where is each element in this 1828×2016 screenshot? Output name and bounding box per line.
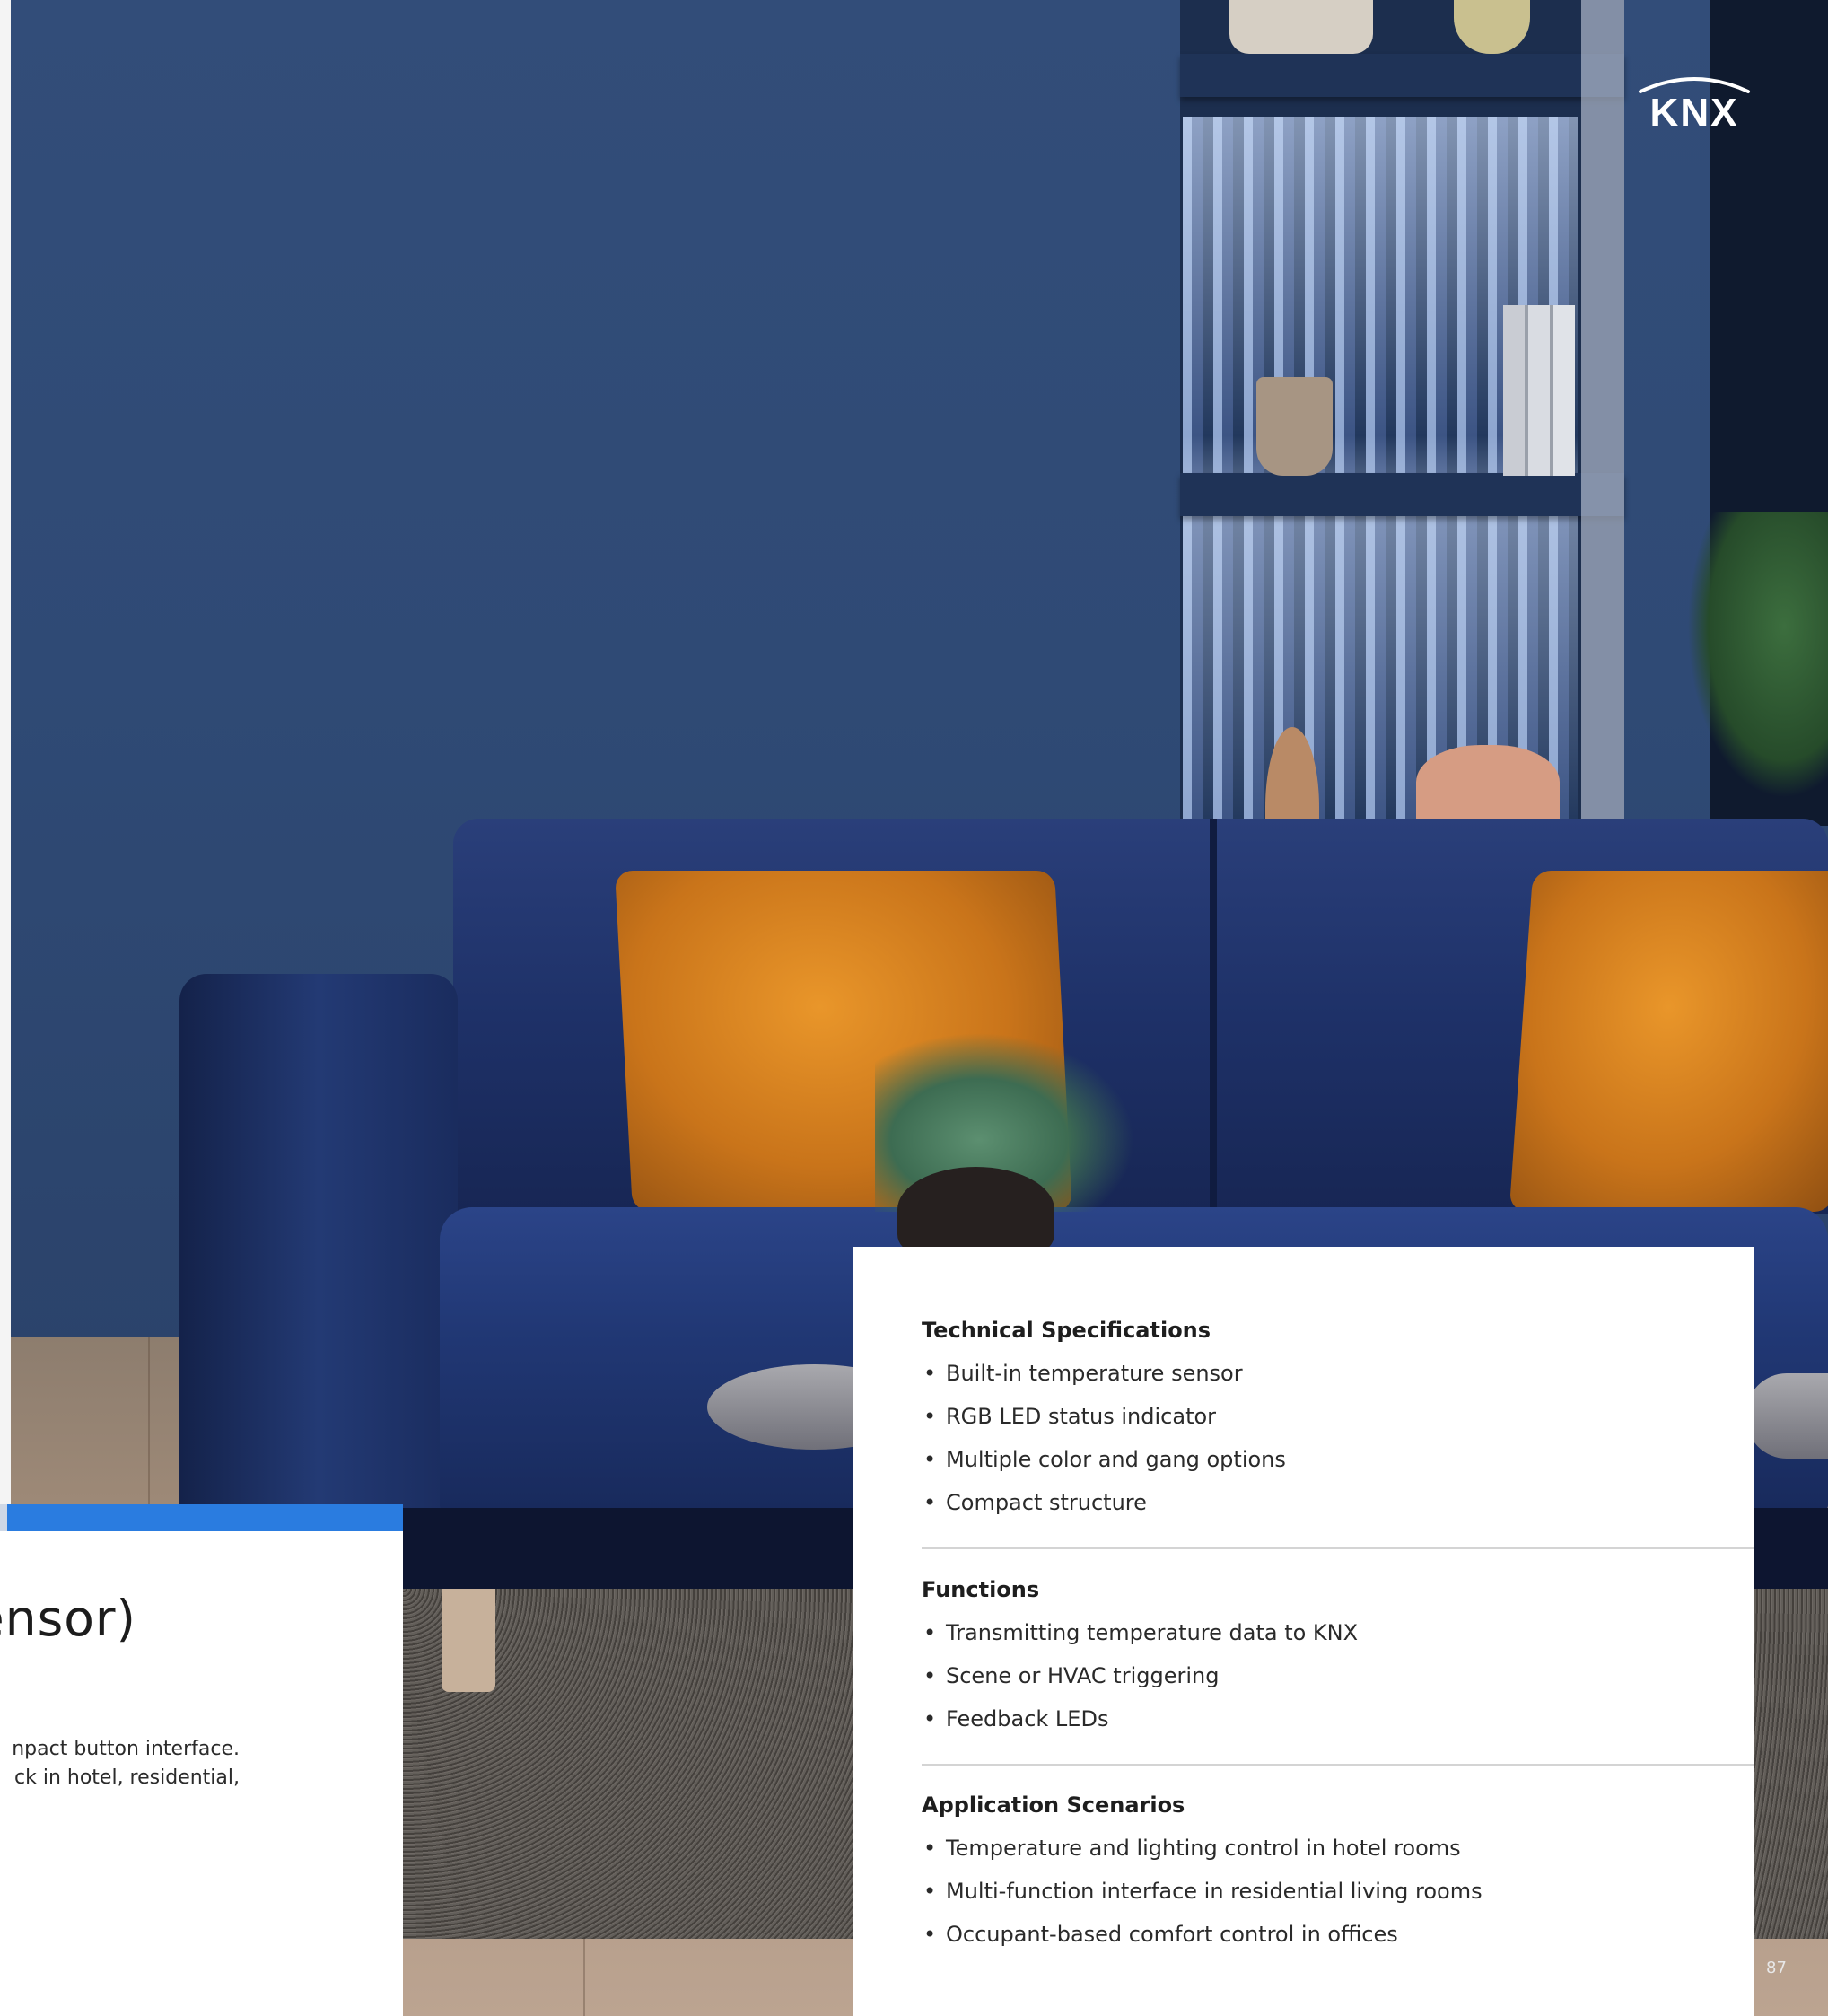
brochure-page: KNX ensor) npact button interface. ck in… (0, 0, 1828, 2016)
accent-bar (7, 1504, 403, 1531)
section-technical-specifications: Technical Specifications Built-in temper… (922, 1315, 1754, 1529)
shelf-middle (1180, 473, 1624, 516)
list-item: Multiple color and gang options (922, 1442, 1754, 1486)
decor-vase-round (1416, 745, 1560, 828)
section-divider (922, 1547, 1754, 1549)
table-vase (897, 1167, 1054, 1252)
list-item: Multi-function interface in residential … (922, 1874, 1754, 1917)
shelf-top (1180, 54, 1624, 97)
decor-object (1229, 0, 1373, 54)
accent-bar-notch (0, 1504, 7, 1531)
books (1503, 305, 1575, 476)
section-application-scenarios: Application Scenarios Temperature and li… (922, 1790, 1754, 1960)
page-number: 87 (1766, 1959, 1787, 1977)
side-table-right (1745, 1373, 1828, 1459)
sofa-arm (179, 974, 458, 1512)
pillow-right (1509, 871, 1828, 1212)
bullet-list: Temperature and lighting control in hote… (922, 1831, 1754, 1960)
intro-card: ensor) npact button interface. ck in hot… (0, 1504, 403, 2016)
list-item: Scene or HVAC triggering (922, 1659, 1754, 1702)
section-divider (922, 1764, 1754, 1766)
niche-edge-light (1581, 0, 1624, 826)
list-item: Built-in temperature sensor (922, 1356, 1754, 1399)
knx-logo: KNX (1635, 72, 1754, 135)
intro-body-line: ck in hotel, residential, (14, 1766, 240, 1789)
intro-body-line: npact button interface. (12, 1738, 240, 1760)
list-item: Occupant-based comfort control in office… (922, 1917, 1754, 1960)
section-heading: Technical Specifications (922, 1318, 1211, 1343)
list-item: Feedback LEDs (922, 1702, 1754, 1745)
list-item: RGB LED status indicator (922, 1399, 1754, 1442)
list-item: Transmitting temperature data to KNX (922, 1616, 1754, 1659)
bullet-list: Built-in temperature sensor RGB LED stat… (922, 1356, 1754, 1529)
section-functions: Functions Transmitting temperature data … (922, 1574, 1754, 1745)
intro-title-clip: ensor) (0, 1590, 403, 1670)
list-item: Compact structure (922, 1486, 1754, 1529)
intro-title: ensor) (0, 1590, 136, 1647)
logo-text: KNX (1650, 91, 1739, 133)
list-item: Temperature and lighting control in hote… (922, 1831, 1754, 1874)
intro-body-clip: npact button interface. ck in hotel, res… (0, 1738, 403, 1810)
bullet-list: Transmitting temperature data to KNX Sce… (922, 1616, 1754, 1745)
plant-pot (1256, 377, 1333, 476)
knx-logo-mark: KNX (1639, 77, 1750, 135)
sofa-leg (442, 1589, 495, 1692)
section-heading: Application Scenarios (922, 1792, 1185, 1818)
plant (1687, 512, 1828, 799)
spec-card: Technical Specifications Built-in temper… (853, 1247, 1754, 2016)
section-heading: Functions (922, 1577, 1040, 1602)
